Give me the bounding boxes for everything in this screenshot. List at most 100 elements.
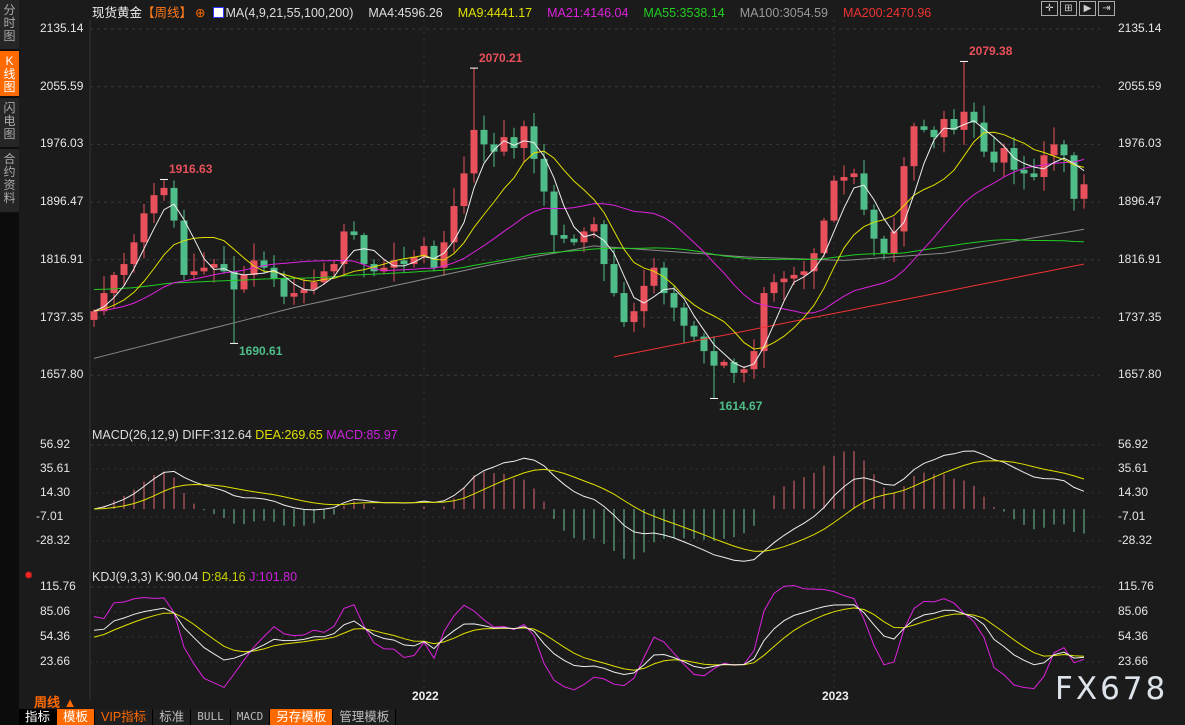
instrument-name: 现货黄金 [92, 6, 143, 20]
macd-axis-right-label: 35.61 [1118, 461, 1149, 475]
candle-body [740, 369, 748, 373]
candle-body [1030, 173, 1038, 178]
candle-body [90, 311, 98, 320]
target-icon[interactable]: ⊕ [195, 6, 205, 20]
macd-title: MACD(26,12,9) [92, 428, 179, 442]
candle-body [500, 137, 508, 152]
candle-body [1020, 169, 1028, 174]
macd-dea-line [93, 460, 1085, 552]
toolbar-template[interactable]: 模板 [57, 709, 96, 725]
kdj-axis-right-label: 23.66 [1118, 654, 1149, 668]
watermark: FX678 [1055, 671, 1169, 707]
candle-body [240, 274, 248, 290]
price-axis-left-label: 1737.35 [40, 309, 84, 324]
date-axis-label: 2022 [412, 689, 439, 703]
ma-legend-0: MA4:4596.26 [368, 6, 443, 20]
candle-body [1000, 148, 1008, 163]
ma-legend-2: MA21:4146.04 [547, 6, 629, 20]
macd-axis-left-label: 35.61 [40, 461, 71, 475]
candle-body [560, 235, 568, 239]
candle-body [1050, 144, 1058, 156]
toolbar-macd[interactable]: MACD [230, 709, 271, 725]
candle-body [910, 126, 918, 167]
macd-header: MACD(26,12,9) DIFF:312.64 DEA:269.65 MAC… [92, 428, 398, 442]
candle-body [690, 325, 698, 337]
toolbar-indicators[interactable]: 指标 [19, 709, 58, 725]
candle-body [860, 173, 868, 210]
candle-body [160, 187, 168, 196]
candle-body [960, 111, 968, 130]
ma-legend-5: MA200:2470.96 [843, 6, 932, 20]
candle-body [290, 293, 298, 297]
toolbar-bull[interactable]: BULL [191, 709, 231, 725]
kdj-j-line [93, 584, 1085, 691]
chart-canvas[interactable] [0, 0, 1185, 725]
exit-icon[interactable]: ⇥ [1098, 1, 1115, 16]
ma-legend-4: MA100:3054.59 [739, 6, 828, 20]
candle-body [630, 311, 638, 323]
toolbar-vip-indicators[interactable]: VIP指标 [95, 709, 154, 725]
candle-body [460, 173, 468, 207]
candle-body [470, 129, 478, 174]
ma-indicator-icon[interactable] [212, 7, 224, 18]
candle-body [920, 126, 928, 130]
kdj-axis-left-label: 54.36 [40, 629, 71, 643]
period-label: 【周线】 [142, 6, 193, 20]
candle-body [180, 220, 188, 275]
macd-axis-left-label: -7.01 [36, 509, 64, 523]
kdj-header: KDJ(9,3,3) K:90.04 D:84.16 J:101.80 [92, 570, 297, 584]
candle-body [200, 267, 208, 272]
candle-body [850, 173, 858, 178]
kdj-k-line [93, 604, 1085, 676]
candle-body [1080, 184, 1088, 199]
candle-body [790, 274, 798, 279]
ma21-line [93, 158, 1085, 314]
toolbar-save-template[interactable]: 另存模板 [270, 709, 334, 725]
candle-body [550, 191, 558, 236]
candle-body [670, 293, 678, 308]
ma-params: MA(4,9,21,55,100,200) [225, 6, 354, 20]
ma-legend-3: MA55:3538.14 [643, 6, 725, 20]
price-axis-left-label: 1896.47 [40, 194, 84, 209]
macd-axis-left-label: -28.32 [36, 533, 71, 547]
candle-body [520, 126, 528, 149]
date-axis-label: 2023 [822, 689, 849, 703]
price-axis-left-label: 2055.59 [40, 78, 84, 93]
kdj-axis-left-label: 115.76 [40, 579, 76, 593]
kdj-d-line [93, 607, 1085, 671]
kdj-d: D:84.16 [201, 570, 246, 584]
kdj-axis-right-label: 54.36 [1118, 629, 1149, 643]
candle-body [680, 307, 688, 326]
zoom-in-icon[interactable]: ⊞ [1060, 1, 1077, 16]
ma9-line [93, 131, 1085, 350]
crosshair-icon[interactable]: ✛ [1041, 1, 1058, 16]
toolbar-standard[interactable]: 标准 [153, 709, 192, 725]
price-axis-left-label: 2135.14 [40, 21, 84, 35]
play-icon[interactable]: ▶ [1079, 1, 1096, 16]
price-axis-right-label: 1737.35 [1118, 309, 1162, 324]
kdj-axis-left-label: 85.06 [40, 604, 71, 618]
macd-diff-line [93, 450, 1085, 562]
macd-axis-right-label: -28.32 [1118, 533, 1153, 547]
kdj-axis-right-label: 115.76 [1118, 579, 1154, 593]
candle-body [130, 242, 138, 265]
extreme-label-low: 1614.67 [719, 399, 763, 414]
price-axis-right-label: 1657.80 [1118, 367, 1162, 382]
candle-body [190, 271, 198, 275]
macd-dea: DEA:269.65 [255, 428, 323, 442]
settings-sun-icon[interactable]: ✹ [24, 569, 33, 582]
candle-body [110, 274, 118, 294]
chart-tools: ✛ ⊞ ▶ ⇥ [1041, 1, 1115, 16]
toolbar-manage-templates[interactable]: 管理模板 [333, 709, 397, 725]
price-axis-right-label: 2135.14 [1118, 21, 1162, 35]
candle-body [1040, 155, 1048, 178]
candle-body [510, 137, 518, 149]
macd-axis-right-label: -7.01 [1118, 509, 1146, 523]
candle-body [810, 253, 818, 272]
candle-body [610, 264, 618, 294]
price-axis-right-label: 2055.59 [1118, 78, 1162, 93]
macd-axis-right-label: 14.30 [1118, 485, 1149, 499]
candle-body [930, 129, 938, 138]
macd-axis-left-label: 14.30 [40, 485, 71, 499]
kdj-j: J:101.80 [249, 570, 298, 584]
